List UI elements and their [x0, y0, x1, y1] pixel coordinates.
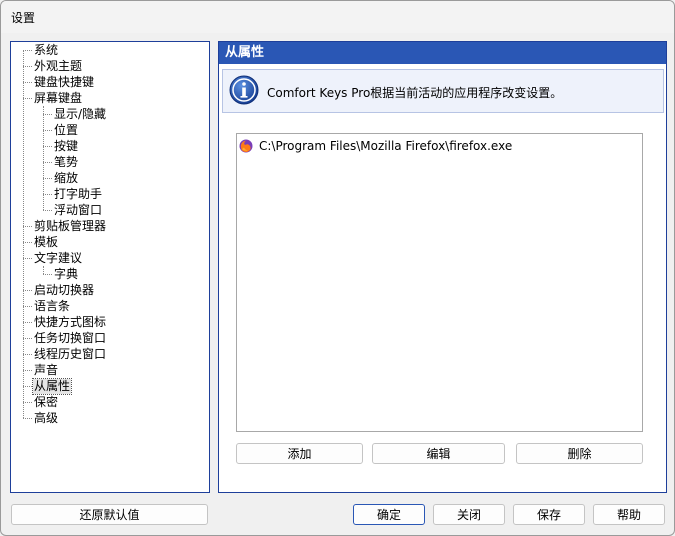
tree-item[interactable]: 从属性	[31, 378, 73, 395]
tree-item[interactable]: 缩放	[53, 171, 79, 186]
tree-item[interactable]: 位置	[53, 123, 79, 138]
add-button[interactable]: 添加	[236, 443, 363, 464]
tree-item[interactable]: 启动切换器	[33, 283, 95, 298]
tree-item[interactable]: 保密	[33, 395, 59, 410]
title-bar: 设置	[1, 1, 674, 33]
tree-item[interactable]: 语言条	[33, 299, 71, 314]
tree-connector	[23, 386, 32, 387]
tree-item[interactable]: 模板	[33, 235, 59, 250]
tree-item[interactable]: 文字建议	[33, 251, 83, 266]
tree-item[interactable]: 系统	[33, 43, 59, 58]
tree-connector	[23, 226, 32, 227]
settings-tree[interactable]: 系统 外观主题 键盘快捷键 屏幕键盘 显示/隐藏 位置 按键 笔势 缩放 打字助手 浮动窗口 剪贴板管…	[10, 41, 210, 493]
tree-item[interactable]: 键盘快捷键	[33, 75, 95, 90]
tree-item[interactable]: 剪贴板管理器	[33, 219, 107, 234]
tree-item[interactable]: 快捷方式图标	[33, 315, 107, 330]
tree-connector	[23, 402, 32, 403]
tree-item[interactable]: 按键	[53, 139, 79, 154]
tree-connector	[43, 210, 52, 211]
tree-connector	[23, 82, 32, 83]
tree-connector	[23, 98, 32, 99]
info-icon	[229, 75, 259, 105]
tree-connector	[43, 106, 44, 210]
settings-window: 设置 系统 外观主题 键盘快捷键 屏幕键盘 显示/隐藏 位置 按键 笔势 缩放 打字助手 浮动窗口剪…	[0, 0, 675, 536]
tree-item[interactable]: 任务切换窗口	[33, 331, 107, 346]
tree-connector	[23, 258, 32, 259]
window-title: 设置	[11, 11, 36, 25]
tree-item[interactable]: 显示/隐藏	[53, 107, 107, 122]
info-text: Comfort Keys Pro根据当前活动的应用程序改变设置。	[267, 86, 563, 100]
tree-connector	[23, 50, 24, 418]
tree-connector	[43, 114, 52, 115]
tree-item[interactable]: 线程历史窗口	[33, 347, 107, 362]
firefox-icon	[239, 139, 253, 153]
tree-connector	[23, 370, 32, 371]
tree-connector	[43, 130, 52, 131]
tree-item[interactable]: 字典	[53, 267, 79, 282]
tree-connector	[23, 242, 32, 243]
tree-item[interactable]: 浮动窗口	[53, 203, 103, 218]
tree-item[interactable]: 声音	[33, 363, 59, 378]
edit-button[interactable]: 编辑	[372, 443, 505, 464]
tree-connector	[23, 354, 32, 355]
tree-item[interactable]: 高级	[33, 411, 59, 426]
tree-connector	[43, 162, 52, 163]
tree-item[interactable]: 打字助手	[53, 187, 103, 202]
tree-connector	[43, 274, 52, 275]
ok-button[interactable]: 确定	[353, 504, 425, 525]
tree-connector	[23, 306, 32, 307]
tree-connector	[23, 290, 32, 291]
app-list[interactable]: C:\Program Files\Mozilla Firefox\firefox…	[236, 133, 643, 432]
tree-connector	[23, 418, 32, 419]
properties-panel: 从属性 Comfort Keys Pro根据当前活动的应用程序改变设置。 C:\…	[218, 41, 667, 493]
info-box: Comfort Keys Pro根据当前活动的应用程序改变设置。	[222, 69, 664, 113]
restore-defaults-button[interactable]: 还原默认值	[11, 504, 208, 525]
tree-item[interactable]: 屏幕键盘	[33, 91, 83, 106]
tree-connector	[23, 338, 32, 339]
tree-connector	[43, 146, 52, 147]
tree-connector	[43, 194, 52, 195]
tree-connector	[23, 66, 32, 67]
panel-header: 从属性	[219, 42, 666, 64]
tree-connector	[23, 50, 32, 51]
tree-connector	[43, 266, 44, 274]
close-button[interactable]: 关闭	[433, 504, 505, 525]
tree-connector	[43, 178, 52, 179]
tree-item[interactable]: 笔势	[53, 155, 79, 170]
delete-button[interactable]: 删除	[516, 443, 643, 464]
tree-connector	[23, 322, 32, 323]
list-item-path: C:\Program Files\Mozilla Firefox\firefox…	[259, 139, 513, 153]
save-button[interactable]: 保存	[513, 504, 585, 525]
tree-item[interactable]: 外观主题	[33, 59, 83, 74]
help-button[interactable]: 帮助	[593, 504, 665, 525]
